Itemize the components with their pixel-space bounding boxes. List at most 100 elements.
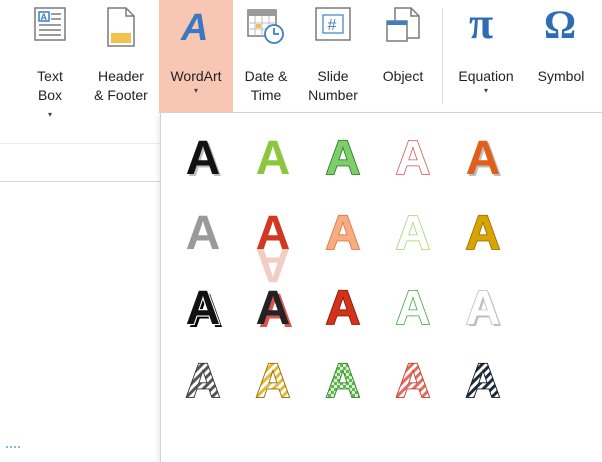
wordart-style-fill-red-dark-outline[interactable]: A	[313, 276, 373, 336]
slide-number-button[interactable]: # Slide Number	[300, 0, 366, 113]
wordart-style-outline-green-white[interactable]: A	[383, 276, 443, 336]
divider	[0, 181, 160, 182]
svg-text:A: A	[256, 355, 291, 408]
slide-number-label-line2: Number	[308, 87, 358, 103]
wordart-letter-fill-black-shadow: AA	[186, 132, 223, 187]
wordart-letter-pattern-gold-stripes: A	[255, 354, 291, 409]
object-icon	[386, 7, 420, 52]
date-time-label-line1: Date &	[244, 68, 288, 84]
wordart-letter-fill-black-white-outline: AA	[185, 281, 224, 338]
symbol-button[interactable]: Ω Symbol	[527, 0, 595, 113]
svg-text:A: A	[326, 282, 361, 335]
wordart-button[interactable]: A WordArt ▾	[159, 0, 233, 113]
ribbon-group-divider	[442, 8, 443, 104]
date-time-button[interactable]: Date & Time	[236, 0, 296, 113]
svg-text:A: A	[256, 282, 291, 335]
wordart-style-outline-lightgreen[interactable]: A	[383, 201, 443, 261]
svg-text:A: A	[396, 355, 431, 408]
chevron-down-icon: ▾	[47, 110, 52, 119]
svg-text:A: A	[326, 355, 361, 408]
svg-text:A: A	[466, 132, 501, 185]
wordart-letter-fill-peach-outline: A	[325, 206, 361, 261]
wordart-style-fill-black-red-shadow[interactable]: AA	[243, 276, 303, 338]
header-footer-icon	[107, 7, 135, 52]
header-footer-button[interactable]: Header & Footer	[85, 0, 157, 113]
wordart-style-pattern-green-checks[interactable]: A	[313, 349, 373, 409]
wordart-style-fill-gray[interactable]: A	[173, 201, 233, 261]
chevron-down-icon: ▾	[483, 86, 488, 95]
wordart-style-fill-green-outline[interactable]: A	[313, 126, 373, 186]
svg-text:A: A	[326, 132, 361, 185]
text-box-label-line1: Text	[37, 68, 63, 84]
svg-text:A: A	[180, 7, 208, 46]
wordart-letter-pattern-dark-stripes: A	[465, 354, 501, 409]
wordart-letter-fill-gray: A	[186, 207, 221, 260]
wordart-style-pattern-gold-stripes[interactable]: A	[243, 349, 303, 409]
wordart-style-fill-red-reflection[interactable]: AA	[243, 201, 303, 291]
wordart-style-fill-white-gray-bevel[interactable]: AA	[453, 276, 513, 337]
wordart-letter-outline-lightgreen: A	[395, 206, 431, 261]
wordart-letter-pattern-green-checks: A	[325, 354, 361, 409]
wordart-letter-fill-white-gray-bevel: AA	[465, 281, 502, 337]
text-box-button[interactable]: A Text Box ▾	[20, 0, 80, 119]
wordart-style-outline-red-white[interactable]: A	[383, 126, 443, 186]
wordart-letter-fill-orange-shadow: AA	[466, 132, 503, 187]
wordart-letter-fill-red-dark-outline: A	[325, 281, 361, 336]
wordart-style-fill-black-shadow[interactable]: AA	[173, 126, 233, 187]
svg-text:A: A	[41, 12, 48, 22]
text-box-label-line2: Box	[37, 87, 63, 103]
wordart-style-fill-black-white-outline[interactable]: AA	[173, 276, 233, 338]
symbol-label: Symbol	[537, 68, 585, 84]
wordart-letter-fill-red-reflection: AA	[256, 207, 291, 291]
object-label: Object	[382, 68, 424, 84]
selection-handle	[6, 446, 20, 458]
wordart-style-pattern-dark-stripes[interactable]: A	[453, 349, 513, 409]
svg-text:A: A	[256, 207, 291, 260]
wordart-letter-fill-black-red-shadow: AA	[256, 282, 294, 338]
wordart-letter-fill-gold: A	[465, 206, 501, 261]
wordart-style-fill-peach-outline[interactable]: A	[313, 201, 373, 261]
header-footer-label-line2: & Footer	[94, 87, 148, 103]
wordart-gallery: AAAAAAAAAAAAAAAAAAAAAAAAAA	[160, 112, 602, 462]
text-box-icon: A	[34, 7, 66, 46]
object-button[interactable]: Object	[372, 0, 434, 113]
wordart-letter-outline-red-white: A	[395, 131, 431, 186]
svg-text:A: A	[186, 355, 221, 408]
svg-text:A: A	[186, 282, 221, 335]
wordart-style-fill-orange-shadow[interactable]: AA	[453, 126, 513, 187]
svg-text:π: π	[469, 2, 493, 46]
svg-text:A: A	[396, 207, 431, 260]
svg-text:Ω: Ω	[544, 2, 576, 46]
wordart-style-pattern-gray-stripes[interactable]: A	[173, 349, 233, 409]
svg-text:A: A	[186, 132, 221, 185]
wordart-letter-fill-green-accent: A	[256, 132, 291, 185]
svg-text:A: A	[466, 207, 501, 260]
svg-text:A: A	[186, 207, 221, 260]
divider	[0, 143, 160, 144]
slide-number-label-line1: Slide	[317, 68, 349, 84]
wordart-style-pattern-red-hatch[interactable]: A	[383, 349, 443, 409]
calendar-clock-icon	[247, 7, 285, 50]
svg-text:A: A	[396, 282, 431, 335]
svg-text:A: A	[466, 282, 501, 335]
omega-icon: Ω	[540, 2, 582, 51]
svg-text:#: #	[328, 17, 337, 34]
header-footer-label-line1: Header	[98, 68, 144, 84]
svg-text:A: A	[396, 132, 431, 185]
wordart-style-fill-green-accent[interactable]: A	[243, 126, 303, 186]
wordart-letter-outline-green-white: A	[395, 281, 431, 336]
equation-button[interactable]: π Equation ▾	[450, 0, 522, 113]
svg-text:A: A	[466, 355, 501, 408]
wordart-label: WordArt	[170, 68, 222, 84]
wordart-icon: A	[178, 6, 214, 51]
slide-number-icon: #	[315, 7, 351, 46]
wordart-letter-pattern-red-hatch: A	[395, 354, 431, 409]
wordart-style-fill-gold[interactable]: A	[453, 201, 513, 261]
wordart-letter-pattern-gray-stripes: A	[185, 354, 221, 409]
wordart-letter-fill-green-outline: A	[325, 131, 361, 186]
chevron-down-icon: ▾	[193, 86, 198, 95]
svg-text:A: A	[326, 207, 361, 260]
pi-icon: π	[466, 0, 506, 51]
date-time-label-line2: Time	[250, 87, 282, 103]
svg-text:A: A	[256, 132, 291, 185]
